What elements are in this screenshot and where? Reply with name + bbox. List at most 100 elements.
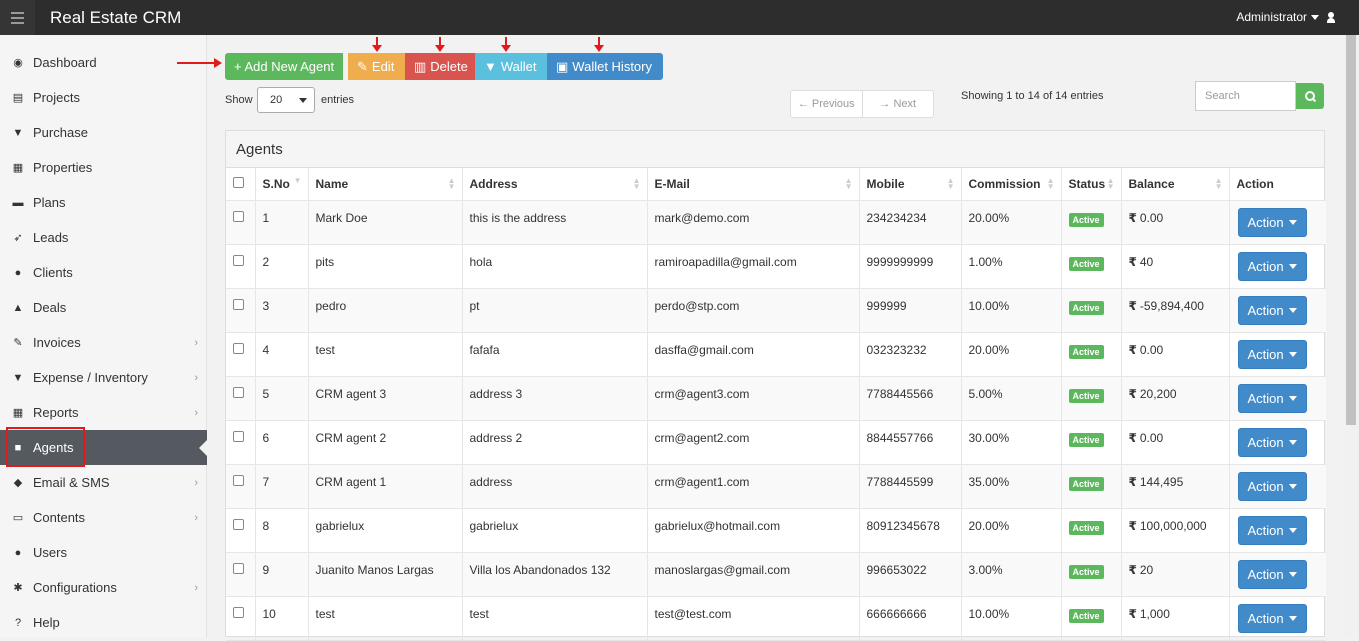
user-menu[interactable]: Administrator — [1236, 10, 1335, 24]
balance-value: 0.00 — [1139, 210, 1164, 225]
table-row[interactable]: 3 pedro pt perdo@stp.com 999999 10.00% Active ₹… — [226, 288, 1326, 333]
row-checkbox[interactable] — [233, 298, 244, 310]
page-size-select[interactable]: 20 — [257, 87, 315, 113]
column-header-address[interactable]: Address ▲ ▼ — [462, 168, 648, 201]
table-row[interactable]: 9 Juanito Manos Largas Villa los Abandonad… — [226, 552, 1326, 597]
caret-down-icon — [1288, 351, 1297, 357]
menu-toggle-button[interactable] — [0, 0, 35, 35]
action-dropdown-button[interactable]: Action — [1237, 339, 1307, 369]
wallet-history-button[interactable]: ▣ Wallet History — [547, 53, 663, 80]
sidebar-item-label: Plans — [33, 195, 66, 210]
sidebar-item-users[interactable]: ● Users — [0, 535, 207, 570]
sidebar-item-contents[interactable]: ▭ Contents › — [0, 500, 207, 535]
row-checkbox[interactable] — [233, 474, 244, 486]
search-button[interactable] — [1296, 83, 1324, 109]
action-dropdown-button[interactable]: Action — [1237, 207, 1307, 237]
table-row[interactable]: 4 test fafafa dasffa@gmail.com 032323232 20.0… — [226, 332, 1326, 377]
table-row[interactable]: 10 test test test@test.com 666666666 10.00% Ac… — [226, 596, 1326, 641]
action-dropdown-button[interactable]: Action — [1237, 295, 1307, 325]
row-checkbox[interactable] — [233, 518, 244, 530]
action-dropdown-button[interactable]: Action — [1237, 603, 1307, 633]
cell-status: Active — [1061, 596, 1122, 641]
action-dropdown-button[interactable]: Action — [1237, 383, 1307, 413]
table-row[interactable]: 1 Mark Doe this is the address mark@demo.co… — [226, 200, 1326, 245]
sidebar-item-clients[interactable]: ● Clients — [0, 255, 207, 290]
scrollbar-thumb[interactable] — [1346, 35, 1356, 425]
sort-icon: ▲ ▼ — [1046, 176, 1055, 191]
sidebar-item-properties[interactable]: ▦ Properties — [0, 150, 207, 185]
caret-down-icon — [1288, 483, 1297, 489]
cell-balance: ₹0.00 — [1121, 420, 1230, 465]
row-checkbox[interactable] — [233, 386, 244, 398]
app-title[interactable]: Real Estate CRM — [50, 8, 181, 28]
cell-balance: ₹100,000,000 — [1121, 508, 1230, 553]
column-header-sno[interactable]: S.No ▼ — [255, 168, 309, 201]
cell-commission: 30.00% — [961, 420, 1062, 465]
column-header-email[interactable]: E-Mail ▲ ▼ — [647, 168, 860, 201]
row-checkbox[interactable] — [233, 210, 244, 222]
table-icon: ▦ — [12, 407, 24, 419]
column-header-status[interactable]: Status ▲ ▼ — [1061, 168, 1122, 201]
select-all-checkbox[interactable] — [233, 177, 244, 188]
sidebar-item-dashboard[interactable]: ◉ Dashboard — [0, 45, 207, 80]
action-label: Action — [1247, 566, 1284, 582]
row-checkbox[interactable] — [233, 254, 244, 266]
action-dropdown-button[interactable]: Action — [1237, 427, 1307, 457]
table-row[interactable]: 7 CRM agent 1 address crm@agent1.com 7788445… — [226, 464, 1326, 509]
column-header-commission[interactable]: Commission ▲ ▼ — [961, 168, 1062, 201]
cell-name: Mark Doe — [308, 200, 463, 245]
sidebar-item-expense-inventory[interactable]: ▼ Expense / Inventory › — [0, 360, 207, 395]
sidebar-item-configurations[interactable]: ✱ Configurations › — [0, 570, 207, 605]
cell-commission: 10.00% — [961, 596, 1062, 641]
agents-table: S.No ▼ Name ▲ ▼ Address ▲ ▼ E-Mail ▲ ▼ Mobile ▲ ▼… — [226, 168, 1326, 641]
header-label: Action — [1236, 177, 1274, 191]
sidebar-item-leads[interactable]: ➶ Leads — [0, 220, 207, 255]
sidebar-item-deals[interactable]: ▲ Deals — [0, 290, 207, 325]
cell-email: gabrielux@hotmail.com — [647, 508, 860, 553]
action-dropdown-button[interactable]: Action — [1237, 251, 1307, 281]
next-page-button[interactable]: → Next — [861, 91, 934, 117]
rupee-icon: ₹ — [1128, 342, 1137, 357]
sidebar-item-plans[interactable]: ▬ Plans — [0, 185, 207, 220]
column-header-mobile[interactable]: Mobile ▲ ▼ — [859, 168, 962, 201]
action-dropdown-button[interactable]: Action — [1237, 515, 1307, 545]
wallet-button[interactable]: ▼ Wallet — [475, 53, 547, 80]
edit-button[interactable]: ✎ Edit — [348, 53, 405, 80]
sidebar-item-invoices[interactable]: ✎ Invoices › — [0, 325, 207, 360]
previous-page-button[interactable]: ← Previous — [791, 91, 862, 117]
sidebar-item-purchase[interactable]: ▼ Purchase — [0, 115, 207, 150]
sidebar-item-label: Leads — [33, 230, 69, 245]
sidebar-item-email-sms[interactable]: ◆ Email & SMS › — [0, 465, 207, 500]
action-dropdown-button[interactable]: Action — [1237, 559, 1307, 589]
cell-name: test — [308, 332, 463, 377]
vertical-scrollbar[interactable] — [1343, 35, 1359, 637]
sort-icon: ▲ ▼ — [946, 176, 955, 191]
search-input[interactable]: Search — [1195, 81, 1296, 111]
add-agent-button[interactable]: + Add New Agent — [225, 53, 344, 80]
table-row[interactable]: 8 gabrielux gabrielux gabrielux@hotmail.com… — [226, 508, 1326, 553]
action-dropdown-button[interactable]: Action — [1237, 471, 1307, 501]
cell-email: perdo@stp.com — [647, 288, 860, 333]
server-icon: ▤ — [12, 92, 24, 104]
sidebar-item-label: Dashboard — [33, 55, 97, 70]
cart-icon: ▼ — [12, 126, 24, 139]
sidebar-item-projects[interactable]: ▤ Projects — [0, 80, 207, 115]
cell-address: address 2 — [462, 420, 648, 465]
column-header-name[interactable]: Name ▲ ▼ — [308, 168, 463, 201]
cell-sno: 9 — [255, 552, 309, 597]
column-header-balance[interactable]: Balance ▲ ▼ — [1121, 168, 1230, 201]
sidebar-item-help[interactable]: ? Help — [0, 605, 207, 640]
status-badge: Active — [1068, 564, 1104, 579]
table-row[interactable]: 5 CRM agent 3 address 3 crm@agent3.com 77884… — [226, 376, 1326, 421]
row-checkbox[interactable] — [233, 430, 244, 442]
row-checkbox[interactable] — [233, 342, 244, 354]
sidebar-item-reports[interactable]: ▦ Reports › — [0, 395, 207, 430]
delete-button[interactable]: ▥ Delete — [405, 53, 475, 80]
action-label: Action — [1247, 478, 1284, 494]
table-row[interactable]: 6 CRM agent 2 address 2 crm@agent2.com 88445… — [226, 420, 1326, 465]
row-checkbox[interactable] — [233, 562, 244, 574]
table-row[interactable]: 2 pits hola ramiroapadilla@gmail.com 9999999… — [226, 244, 1326, 289]
sort-icon: ▲ ▼ — [1214, 176, 1223, 191]
cell-email: dasffa@gmail.com — [647, 332, 860, 377]
row-checkbox[interactable] — [233, 606, 244, 618]
